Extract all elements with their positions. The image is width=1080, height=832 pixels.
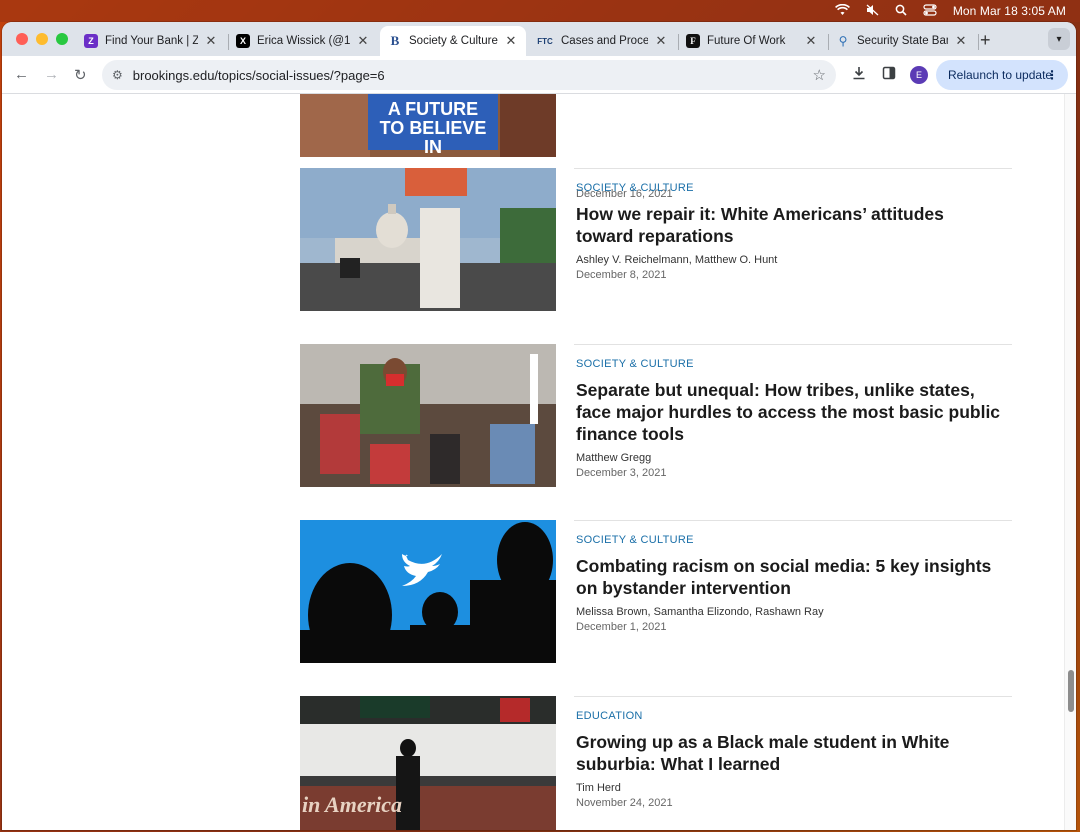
article-category[interactable]: SOCIETY & CULTURE [576, 358, 1006, 370]
tab-cases-proceedings[interactable]: FTC Cases and Proceed ✕ [528, 26, 676, 56]
tab-title: Cases and Proceed [561, 35, 648, 47]
article-authors[interactable]: Melissa Brown, Samantha Elizondo, Rashaw… [576, 606, 1006, 618]
tab-find-your-bank[interactable]: Z Find Your Bank | Ze ✕ [76, 26, 226, 56]
tab-title: Society & Culture | [409, 35, 498, 47]
tab-future-of-work[interactable]: F Future Of Work ✕ [678, 26, 826, 56]
article-date: December 1, 2021 [576, 621, 667, 633]
article-date: December 3, 2021 [576, 467, 667, 479]
forward-arrow-icon[interactable]: → [44, 66, 59, 83]
macos-menubar: Mon Mar 18 3:05 AM [0, 0, 1080, 22]
article-authors[interactable]: Ashley V. Reichelmann, Matthew O. Hunt [576, 254, 1006, 266]
bank-favicon-icon: ⚲ [838, 34, 848, 48]
scrollbar-thumb[interactable] [1068, 670, 1074, 712]
tab-title: Erica Wissick (@11C [257, 35, 350, 47]
article-headline[interactable]: Growing up as a Black male student in Wh… [576, 731, 1006, 775]
tab-title: Security State Bank [857, 35, 948, 47]
article-headline[interactable]: How we repair it: White Americans’ attit… [576, 203, 1006, 247]
ftc-favicon-icon: FTC [537, 36, 553, 46]
wall-mural-text: in America [302, 792, 403, 817]
article-item: SOCIETY & CULTURE Separate but unequal: … [300, 344, 1012, 504]
forbes-favicon-icon: F [686, 34, 700, 48]
divider [574, 520, 1012, 521]
browser-window: Z Find Your Bank | Ze ✕ X Erica Wissick … [2, 22, 1076, 830]
search-icon[interactable] [895, 4, 907, 18]
tab-society-culture[interactable]: B Society & Culture | ✕ [380, 26, 526, 56]
profile-avatar[interactable]: E [910, 66, 928, 84]
window-controls [16, 33, 68, 45]
article-meta: EDUCATION Growing up as a Black male stu… [576, 710, 1006, 809]
side-panel-icon[interactable] [882, 66, 896, 83]
article-date: December 8, 2021 [576, 269, 667, 281]
article-authors[interactable]: Tim Herd [576, 782, 1006, 794]
tab-title: Find Your Bank | Ze [105, 35, 198, 47]
tab-search-chevron-icon[interactable]: ▾ [1048, 28, 1070, 50]
page-scrollbar[interactable] [1064, 94, 1076, 830]
tab-security-state-bank[interactable]: ⚲ Security State Bank ✕ [828, 26, 976, 56]
more-menu-icon[interactable]: ⋮ [1046, 68, 1058, 82]
minimize-window-button[interactable] [36, 33, 48, 45]
browser-toolbar: ← → ↻ ⚙ brookings.edu/topics/social-issu… [2, 56, 1076, 94]
article-meta: SOCIETY & CULTURE Combating racism on so… [576, 534, 1006, 633]
article-meta: SOCIETY & CULTURE Separate but unequal: … [576, 358, 1006, 479]
close-tab-icon[interactable]: ✕ [804, 33, 818, 49]
close-tab-icon[interactable]: ✕ [504, 33, 518, 49]
article-image[interactable]: in America [300, 696, 556, 830]
article-item: SOCIETY & CULTURE Combating racism on so… [300, 520, 1012, 680]
close-tab-icon[interactable]: ✕ [356, 33, 370, 49]
new-tab-icon[interactable]: + [980, 30, 991, 51]
tab-title: Future Of Work [707, 35, 786, 47]
article-item: SOCIETY & CULTURE How we repair it: Whit… [300, 168, 1012, 328]
divider [574, 696, 1012, 697]
site-info-icon[interactable]: ⚙ [112, 68, 123, 82]
article-image[interactable]: A FUTURE TO BELIEVE IN [300, 94, 556, 157]
page-content: A FUTURE TO BELIEVE IN December 16, 2021 [2, 94, 1076, 830]
divider [574, 344, 1012, 345]
article-image[interactable] [300, 520, 556, 663]
close-tab-icon[interactable]: ✕ [954, 33, 968, 49]
relaunch-label: Relaunch to update [948, 68, 1053, 82]
article-authors[interactable]: Matthew Gregg [576, 452, 1006, 464]
article-image[interactable] [300, 168, 556, 311]
close-window-button[interactable] [16, 33, 28, 45]
article-headline[interactable]: Combating racism on social media: 5 key … [576, 555, 1006, 599]
address-url[interactable]: brookings.edu/topics/social-issues/?page… [133, 68, 385, 83]
brookings-favicon-icon: B [390, 33, 400, 48]
x-favicon-icon: X [236, 34, 250, 48]
bookmark-star-icon[interactable]: ☆ [813, 66, 826, 84]
protest-sign-text: A FUTURE TO BELIEVE IN [379, 99, 487, 157]
article-date: November 24, 2021 [576, 797, 673, 809]
download-icon[interactable] [852, 66, 866, 83]
close-tab-icon[interactable]: ✕ [654, 33, 668, 49]
article-item: in America EDUCATION Growing up as a Bla… [300, 696, 1012, 830]
zelle-favicon-icon: Z [84, 34, 98, 48]
article-category[interactable]: EDUCATION [576, 710, 1006, 722]
tab-erica-wissick[interactable]: X Erica Wissick (@11C ✕ [228, 26, 378, 56]
mute-icon[interactable] [866, 4, 879, 18]
tab-separator [978, 34, 979, 50]
article-category[interactable]: SOCIETY & CULTURE [576, 182, 1006, 194]
back-arrow-icon[interactable]: ← [14, 66, 29, 83]
address-bar[interactable]: ⚙ brookings.edu/topics/social-issues/?pa… [102, 60, 836, 90]
tab-bar: Z Find Your Bank | Ze ✕ X Erica Wissick … [2, 22, 1076, 56]
zoom-window-button[interactable] [56, 33, 68, 45]
article-category[interactable]: SOCIETY & CULTURE [576, 534, 1006, 546]
article-meta: SOCIETY & CULTURE How we repair it: Whit… [576, 182, 1006, 281]
close-tab-icon[interactable]: ✕ [204, 33, 218, 49]
reload-icon[interactable]: ↻ [74, 66, 87, 84]
article-headline[interactable]: Separate but unequal: How tribes, unlike… [576, 379, 1006, 445]
menubar-clock[interactable]: Mon Mar 18 3:05 AM [953, 4, 1066, 18]
control-center-icon[interactable] [923, 4, 937, 18]
wifi-icon[interactable] [834, 3, 850, 18]
relaunch-button[interactable]: Relaunch to update ⋮ [936, 60, 1068, 90]
article-image[interactable] [300, 344, 556, 487]
divider [574, 168, 1012, 169]
